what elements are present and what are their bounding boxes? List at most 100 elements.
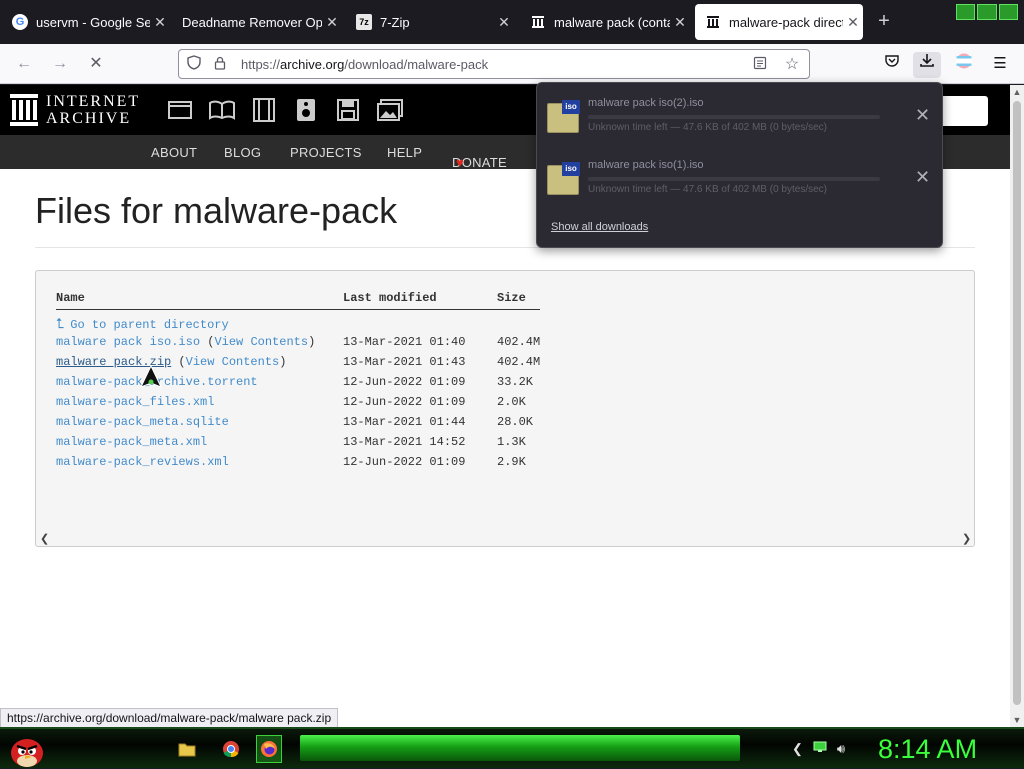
back-arrow-icon[interactable]: ←: [12, 52, 36, 76]
download-progress-bar: [588, 115, 880, 119]
cancel-download-icon[interactable]: ✕: [915, 105, 930, 126]
tab-deadname-remover[interactable]: Deadname Remover Options ✕: [172, 4, 342, 40]
table-row: malware-pack_meta.sqlite 13-Mar-2021 01:…: [56, 412, 540, 432]
file-link[interactable]: malware-pack_reviews.xml: [56, 455, 229, 469]
close-icon[interactable]: ✕: [494, 14, 514, 31]
video-film-icon[interactable]: [250, 97, 278, 123]
close-icon[interactable]: ✕: [843, 14, 863, 31]
scroll-down-icon[interactable]: ▼: [1010, 715, 1024, 725]
web-icon[interactable]: [166, 97, 194, 123]
show-all-downloads-link[interactable]: Show all downloads: [551, 221, 648, 233]
iso-file-icon: iso: [547, 100, 580, 133]
ia-logo[interactable]: INTERNET ARCHIVE: [10, 93, 140, 127]
texts-book-icon[interactable]: [208, 97, 236, 123]
file-size: 2.0K: [497, 395, 526, 409]
shield-icon[interactable]: [183, 55, 205, 73]
table-row: malware-pack_archive.torrent 12-Jun-2022…: [56, 372, 540, 392]
file-modified: 12-Jun-2022 01:09: [343, 455, 466, 469]
lock-icon[interactable]: [209, 56, 231, 73]
chevron-up-icon[interactable]: ❮: [792, 741, 803, 757]
navigation-bar: ← → ✕ https://archive.org/download/malwa…: [0, 44, 1024, 84]
scroll-right-icon[interactable]: ❯: [962, 532, 971, 545]
mouse-cursor-icon: [140, 365, 162, 388]
volume-icon[interactable]: 🔊︎: [837, 741, 845, 757]
system-tray: ❮ 🔊︎: [792, 741, 845, 757]
download-progress-bar: [588, 177, 880, 181]
museum-icon: [530, 14, 546, 30]
firefox-icon[interactable]: [256, 735, 282, 763]
close-icon[interactable]: ✕: [322, 14, 342, 31]
tab-malware-pack[interactable]: malware pack (contains ✕: [520, 4, 690, 40]
software-floppy-icon[interactable]: [334, 97, 362, 123]
scroll-up-icon[interactable]: ▲: [1010, 87, 1024, 97]
nav-about[interactable]: ABOUT: [151, 145, 197, 160]
show-all-label: Show all downloads: [551, 221, 649, 233]
taskbar: ❮ 🔊︎ 8:14 AM: [0, 727, 1024, 768]
download-status: Unknown time left — 47.6 KB of 402 MB (0…: [588, 122, 827, 133]
file-link[interactable]: malware-pack_meta.sqlite: [56, 415, 229, 429]
url-text[interactable]: https://archive.org/download/malware-pac…: [241, 57, 745, 72]
table-row: malware-pack_meta.xml 13-Mar-2021 14:52 …: [56, 432, 540, 452]
file-explorer-icon[interactable]: [174, 735, 200, 763]
file-size: 28.0K: [497, 415, 534, 429]
pocket-icon[interactable]: [878, 52, 906, 78]
images-icon[interactable]: [376, 97, 404, 123]
table-row: malware pack iso.iso (View Contents) 13-…: [56, 332, 540, 352]
tab-google-search[interactable]: G uservm - Google Search ✕: [2, 4, 170, 40]
horizontal-scrollbar[interactable]: ❮ ❯: [36, 532, 974, 546]
iso-file-icon: iso: [547, 162, 580, 195]
file-size: 402.4M: [497, 355, 541, 369]
column-header-name: Name: [56, 291, 343, 310]
close-icon[interactable]: ✕: [150, 14, 170, 31]
scroll-left-icon[interactable]: ❮: [40, 532, 49, 545]
stop-loading-icon[interactable]: ✕: [84, 52, 108, 76]
file-modified: 13-Mar-2021 01:43: [343, 355, 466, 369]
taskbar-clock[interactable]: 8:14 AM: [878, 734, 977, 765]
close-icon[interactable]: ✕: [670, 14, 690, 31]
file-link[interactable]: malware pack iso.iso: [56, 335, 200, 349]
file-badge: iso: [562, 162, 580, 176]
file-link[interactable]: malware-pack_files.xml: [56, 395, 214, 409]
window-controls[interactable]: [956, 4, 1018, 20]
view-contents-link[interactable]: View Contents: [214, 335, 308, 349]
tab-title: Deadname Remover Options: [182, 14, 322, 30]
logo-line-1: INTERNET: [46, 93, 141, 110]
chrome-icon[interactable]: [218, 735, 244, 763]
download-icon: [920, 54, 934, 67]
start-angry-bird-icon[interactable]: [8, 729, 46, 769]
downloads-button[interactable]: [913, 52, 941, 78]
download-item[interactable]: iso malware pack iso(2).iso Unknown time…: [547, 97, 930, 147]
tab-7zip[interactable]: 7z 7-Zip ✕: [346, 4, 514, 40]
nav-blog[interactable]: BLOG: [224, 145, 261, 160]
file-modified: 12-Jun-2022 01:09: [343, 375, 466, 389]
download-item[interactable]: iso malware pack iso(1).iso Unknown time…: [547, 159, 930, 209]
audio-speaker-icon[interactable]: [292, 97, 320, 123]
network-icon[interactable]: [813, 741, 827, 757]
scrollbar-thumb[interactable]: [1013, 101, 1021, 705]
vertical-scrollbar[interactable]: ▲ ▼: [1010, 85, 1024, 727]
view-contents-link[interactable]: View Contents: [186, 355, 280, 369]
forward-arrow-icon[interactable]: →: [48, 52, 72, 76]
file-size: 402.4M: [497, 335, 541, 349]
parent-link-label: Go to parent directory: [70, 318, 229, 332]
file-link[interactable]: malware-pack_meta.xml: [56, 435, 207, 449]
downloads-panel: iso malware pack iso(2).iso Unknown time…: [536, 82, 943, 248]
new-tab-button[interactable]: +: [872, 10, 896, 34]
bookmark-star-icon[interactable]: ☆: [781, 54, 803, 74]
menu-hamburger-icon[interactable]: ☰: [986, 52, 1014, 78]
nav-projects[interactable]: PROJECTS: [290, 145, 362, 160]
table-row: malware-pack_files.xml 12-Jun-2022 01:09…: [56, 392, 540, 412]
cancel-download-icon[interactable]: ✕: [915, 167, 930, 188]
parent-directory-link[interactable]: ⮤ Go to parent directory: [56, 316, 229, 332]
tab-title: malware-pack directory: [729, 14, 843, 30]
nav-help[interactable]: HELP: [387, 145, 422, 160]
table-row: ⮤ Go to parent directory: [56, 310, 540, 332]
account-icon[interactable]: [950, 52, 978, 78]
url-bar[interactable]: https://archive.org/download/malware-pac…: [178, 49, 810, 79]
parent-dir-cell: ⮤ Go to parent directory: [56, 310, 343, 332]
tab-malware-pack-directory[interactable]: malware-pack directory ✕: [695, 4, 863, 40]
7zip-icon: 7z: [356, 14, 372, 30]
page-title: Files for malware-pack: [35, 190, 398, 231]
reader-view-icon[interactable]: [749, 56, 771, 73]
museum-icon: [705, 14, 721, 30]
